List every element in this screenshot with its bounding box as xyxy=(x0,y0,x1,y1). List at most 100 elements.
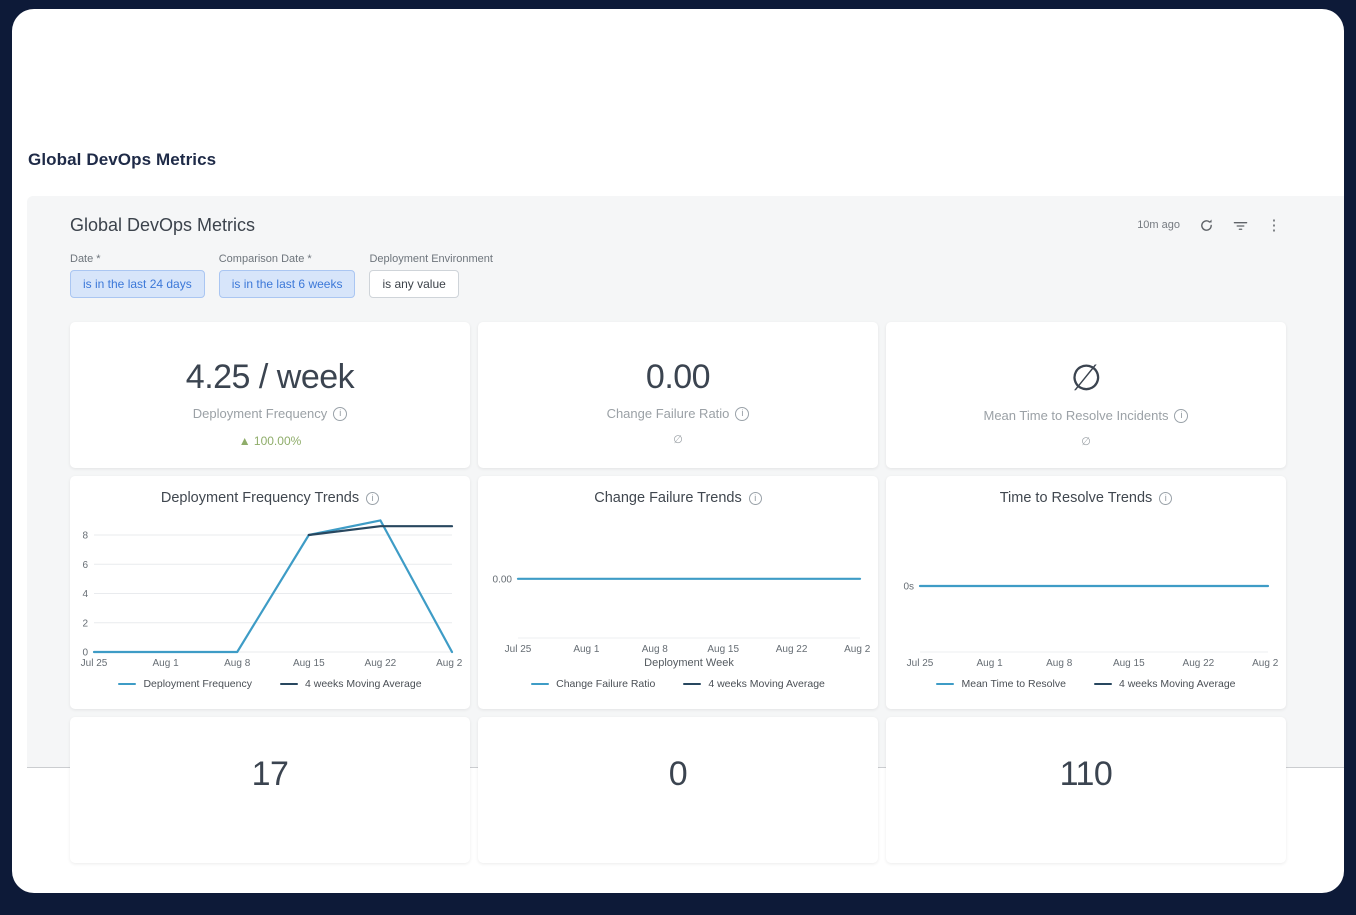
svg-text:0.00: 0.00 xyxy=(493,574,513,585)
kpi-label: Change Failure Ratio xyxy=(607,406,730,421)
app-window: Global DevOps Metrics Global DevOps Metr… xyxy=(12,9,1344,893)
legend-item[interactable]: 4 weeks Moving Average xyxy=(280,678,422,690)
filter-bar: Date * is in the last 24 days Comparison… xyxy=(70,253,1344,298)
svg-text:Aug 1: Aug 1 xyxy=(977,658,1004,669)
time-to-resolve-trends-chart[interactable]: 0s Jul 25 Aug 1 Aug 8 Aug 15 Aug 22 Aug 29 xyxy=(894,510,1278,674)
chart-legend: Mean Time to Resolve 4 weeks Moving Avera… xyxy=(886,678,1286,690)
legend-item[interactable]: 4 weeks Moving Average xyxy=(1094,678,1236,690)
kpi-tile-change-failure-ratio: 0.00 Change Failure Ratio i ∅ xyxy=(478,322,878,468)
legend-swatch xyxy=(280,683,298,686)
legend-label: Mean Time to Resolve xyxy=(961,678,1065,690)
kpi-tile-partial-2: 0 xyxy=(478,717,878,863)
chart-tile-time-to-resolve-trends: Time to Resolve Trends i 0s Jul 25 Aug 1 Au… xyxy=(886,476,1286,709)
kpi-value: 0 xyxy=(478,757,878,791)
svg-text:Aug 15: Aug 15 xyxy=(293,658,325,669)
svg-text:Aug 22: Aug 22 xyxy=(1183,658,1215,669)
kpi-label-row: Deployment Frequency i xyxy=(70,406,470,421)
legend-item[interactable]: Change Failure Ratio xyxy=(531,678,655,690)
kpi-tile-partial-1: 17 xyxy=(70,717,470,863)
chart-title-row: Time to Resolve Trends i xyxy=(886,488,1286,508)
svg-text:Aug 22: Aug 22 xyxy=(365,658,397,669)
kpi-value: 17 xyxy=(70,757,470,791)
filter-date: Date * is in the last 24 days xyxy=(70,253,205,298)
legend-label: 4 weeks Moving Average xyxy=(708,678,825,690)
chart-row: Deployment Frequency Trends i 02468Jul 2… xyxy=(70,476,1344,709)
kpi-value: ∅ xyxy=(886,360,1286,396)
kpi-row: 4.25 / week Deployment Frequency i ▲ 100… xyxy=(70,322,1344,468)
kpi-delta: ∅ xyxy=(478,435,878,446)
svg-text:Aug 15: Aug 15 xyxy=(707,644,739,655)
legend-label: 4 weeks Moving Average xyxy=(1119,678,1236,690)
page-title: Global DevOps Metrics xyxy=(28,150,216,170)
legend-item[interactable]: Mean Time to Resolve xyxy=(936,678,1065,690)
legend-swatch xyxy=(936,683,954,686)
svg-text:Aug 29: Aug 29 xyxy=(844,644,870,655)
svg-text:Aug 1: Aug 1 xyxy=(153,658,180,669)
svg-text:8: 8 xyxy=(82,531,88,542)
svg-text:6: 6 xyxy=(82,560,88,571)
info-icon[interactable]: i xyxy=(366,492,379,505)
clipped-kpi-row: 17 0 110 xyxy=(70,717,1344,863)
info-icon[interactable]: i xyxy=(333,407,347,421)
legend-item[interactable]: 4 weeks Moving Average xyxy=(683,678,825,690)
kpi-label-row: Mean Time to Resolve Incidents i xyxy=(886,408,1286,423)
deployment-frequency-trends-chart[interactable]: 02468Jul 25Aug 1Aug 8Aug 15Aug 22Aug 29 xyxy=(78,510,462,674)
svg-text:Aug 29: Aug 29 xyxy=(436,658,462,669)
svg-text:4: 4 xyxy=(82,589,88,600)
dashboard-header-actions: 10m ago ⋮ xyxy=(1137,215,1284,235)
legend-swatch xyxy=(531,683,549,686)
filter-comparison-date: Comparison Date * is in the last 6 weeks xyxy=(219,253,356,298)
svg-text:Jul 25: Jul 25 xyxy=(907,658,934,669)
last-refresh-time: 10m ago xyxy=(1137,219,1180,231)
kpi-value: 4.25 / week xyxy=(70,360,470,394)
dashboard-header: Global DevOps Metrics 10m ago xyxy=(27,196,1344,237)
filter-icon[interactable] xyxy=(1230,215,1250,235)
svg-text:Aug 8: Aug 8 xyxy=(1046,658,1073,669)
kpi-tile-deployment-frequency: 4.25 / week Deployment Frequency i ▲ 100… xyxy=(70,322,470,468)
svg-text:Jul 25: Jul 25 xyxy=(505,644,532,655)
chart-tile-change-failure-trends: Change Failure Trends i 0.00 Jul 25 Aug 1 A… xyxy=(478,476,878,709)
chart-title: Change Failure Trends xyxy=(594,490,742,506)
dashboard-panel: Global DevOps Metrics 10m ago xyxy=(27,196,1344,768)
legend-swatch xyxy=(683,683,701,686)
svg-text:Aug 22: Aug 22 xyxy=(776,644,808,655)
svg-text:Aug 8: Aug 8 xyxy=(642,644,669,655)
dashboard-title: Global DevOps Metrics xyxy=(70,215,255,236)
info-icon[interactable]: i xyxy=(1159,492,1172,505)
screenshot-canvas: Global DevOps Metrics Global DevOps Metr… xyxy=(0,0,1356,915)
svg-text:0s: 0s xyxy=(903,582,914,593)
svg-text:0: 0 xyxy=(82,648,88,659)
info-icon[interactable]: i xyxy=(1174,409,1188,423)
filter-chip-date[interactable]: is in the last 24 days xyxy=(70,270,205,298)
chart-title: Deployment Frequency Trends xyxy=(161,490,359,506)
info-icon[interactable]: i xyxy=(749,492,762,505)
svg-text:Jul 25: Jul 25 xyxy=(81,658,108,669)
kpi-label: Mean Time to Resolve Incidents xyxy=(984,408,1169,423)
legend-swatch xyxy=(118,683,136,686)
chart-title: Time to Resolve Trends xyxy=(1000,490,1153,506)
svg-text:Aug 1: Aug 1 xyxy=(573,644,600,655)
kpi-delta: ▲ 100.00% xyxy=(70,435,470,447)
kpi-tile-partial-3: 110 xyxy=(886,717,1286,863)
filter-chip-deployment-environment[interactable]: is any value xyxy=(369,270,458,298)
filter-label: Deployment Environment xyxy=(369,253,493,265)
kpi-label: Deployment Frequency xyxy=(193,406,327,421)
refresh-icon[interactable] xyxy=(1196,215,1216,235)
svg-text:Aug 15: Aug 15 xyxy=(1113,658,1145,669)
filter-label: Comparison Date * xyxy=(219,253,356,265)
chart-title-row: Change Failure Trends i xyxy=(478,488,878,508)
change-failure-trends-chart[interactable]: 0.00Jul 25Aug 1Aug 8Aug 15Aug 22Aug 29De… xyxy=(486,510,870,674)
legend-label: Change Failure Ratio xyxy=(556,678,655,690)
svg-text:Aug 29: Aug 29 xyxy=(1252,658,1278,669)
kpi-tile-mean-time-to-resolve: ∅ Mean Time to Resolve Incidents i ∅ xyxy=(886,322,1286,468)
kpi-delta: ∅ xyxy=(886,437,1286,448)
info-icon[interactable]: i xyxy=(735,407,749,421)
legend-label: 4 weeks Moving Average xyxy=(305,678,422,690)
filter-chip-comparison-date[interactable]: is in the last 6 weeks xyxy=(219,270,356,298)
chart-title-row: Deployment Frequency Trends i xyxy=(70,488,470,508)
legend-item[interactable]: Deployment Frequency xyxy=(118,678,252,690)
filter-label: Date * xyxy=(70,253,205,265)
svg-text:Aug 8: Aug 8 xyxy=(224,658,251,669)
kebab-menu-icon[interactable]: ⋮ xyxy=(1264,215,1284,235)
legend-swatch xyxy=(1094,683,1112,686)
